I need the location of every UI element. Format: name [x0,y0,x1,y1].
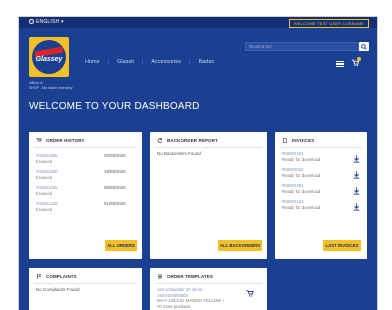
search-icon [361,43,367,50]
cart-icon [36,138,42,142]
top-bar: ENGLISH ▾ WELCOME TEST USER CUSNAME [19,17,377,28]
list-item[interactable]: #01001490 Invoiced 19/09/2020 [36,169,126,180]
refresh-icon [157,138,163,143]
nav-item-badas[interactable]: Badas [198,59,214,65]
list-item[interactable]: #01001505 Invoiced 25/09/2020 [36,153,126,164]
order-history-title: ORDER HISTORY [36,138,85,143]
document-icon [283,138,287,143]
download-icon[interactable] [353,187,360,195]
language-label: ENGLISH [36,19,60,25]
download-icon[interactable] [353,171,360,179]
download-icon[interactable] [353,155,360,163]
cart-count-badge [357,57,361,61]
list-item[interactable]: #02002254 Ready for download [282,183,320,194]
menu-icon[interactable] [336,61,344,67]
main-nav: Home | Glassit | Accessories | Badas [85,59,215,65]
order-templates-card: ORDER TEMPLATES cart schweitter 20 items… [150,268,267,310]
list-item[interactable]: #01001228 Invoiced 01/09/2020 [36,201,126,212]
page-frame: ENGLISH ▾ WELCOME TEST USER CUSNAME Glas… [18,16,378,310]
last-invoices-button[interactable]: LAST INVOICES [323,240,361,251]
invoices-title: INVOICES [282,138,314,143]
complaints-card: COMPLAINTS No Complaints Found [29,268,142,310]
logo-text: Glassey [35,56,63,63]
backorder-empty-message: No Backorders Found [157,151,201,156]
list-icon [158,274,162,279]
user-welcome-badge[interactable]: WELCOME TEST USER CUSNAME [288,19,369,28]
language-selector[interactable]: ENGLISH ▾ [29,19,64,25]
backorder-title: BACKORDER REPORT [157,138,218,143]
breadcrumb: Ufficio di SHOP - Ma Inside Inventory [29,81,73,91]
invoices-card: INVOICES #02002401 Ready for download #02… [275,132,367,259]
brand-logo[interactable]: Glassey [29,37,69,77]
list-item[interactable]: #02002401 Ready for download [282,151,320,162]
page-title: WELCOME TO YOUR DASHBOARD [29,101,200,112]
order-templates-title: ORDER TEMPLATES [157,274,213,279]
breadcrumb-line-2: SHOP - Ma Inside Inventory [29,86,73,90]
nav-item-glassit[interactable]: Glassit [117,59,134,65]
nav-item-accessories[interactable]: Accessories [151,59,181,65]
add-to-cart-icon[interactable] [246,290,254,297]
list-item[interactable]: #01001465 Invoiced 08/09/2020 [36,185,126,196]
list-item[interactable]: #02002153 Ready for download [282,199,320,210]
nav-item-home[interactable]: Home [85,59,100,65]
list-item[interactable]: #02002022 Ready for download [282,167,320,178]
flag-icon [37,274,42,279]
search-button[interactable] [359,42,369,51]
search-input[interactable]: Ricerca per [245,42,359,51]
order-history-card: ORDER HISTORY #01001505 Invoiced 25/09/202… [29,132,142,259]
backorder-report-card: BACKORDER REPORT No Backorders Found ALL… [150,132,267,259]
complaints-title: COMPLAINTS [36,274,77,279]
template-item[interactable]: cart schweitter 20 items - 1920400500500… [157,287,225,309]
globe-icon [29,19,34,24]
all-backorders-button[interactable]: ALL BACKORDERS [218,240,262,251]
download-icon[interactable] [353,203,360,211]
all-orders-button[interactable]: ALL ORDERS [105,240,137,251]
complaints-empty-message: No Complaints Found [36,287,80,292]
